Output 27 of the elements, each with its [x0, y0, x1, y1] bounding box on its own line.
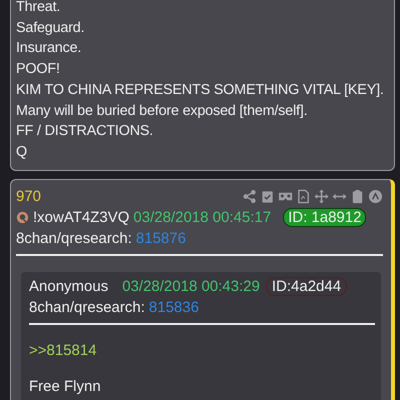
poster-id: ID: 1a8912 — [283, 208, 366, 227]
post-text: Q — [16, 142, 27, 162]
post-date: 03/28/2018 00:45:17 — [133, 208, 272, 228]
move-icon[interactable] — [314, 188, 329, 204]
board-label: 8chan/qresearch: — [16, 228, 132, 249]
post-text: Many will be buried before exposed [them/self]. — [16, 102, 308, 121]
post-number: 970 — [16, 186, 42, 207]
board-label: 8chan/qresearch: — [29, 298, 145, 318]
post-text: Insurance. — [16, 39, 82, 58]
poster-id: ID:4a2d44 — [266, 276, 348, 296]
post-text: Threat. — [16, 0, 60, 17]
author-name: Anonymous — [29, 276, 108, 297]
post-text: KIM TO CHINA REPRESENTS SOMETHING VITAL [KEY]. — [16, 80, 384, 100]
tripcode: !xowAT4Z3VQ — [33, 208, 130, 228]
post-text: FF / DISTRACTIONS. — [16, 122, 154, 142]
post-link[interactable]: 815876 — [136, 228, 186, 249]
share-icon[interactable] — [242, 188, 257, 204]
clipboard-check-icon[interactable] — [260, 188, 275, 204]
reply-link[interactable]: >>815814 — [29, 340, 97, 361]
clipboard-icon[interactable] — [350, 188, 365, 204]
post-date: 03/28/2018 00:43:29 — [122, 276, 260, 297]
post-text: POOF! — [16, 60, 60, 80]
post-text: Free Flynn — [29, 378, 101, 396]
document-icon[interactable] — [296, 188, 311, 204]
author-icon — [16, 210, 29, 224]
post-text: Safeguard. — [16, 18, 84, 38]
post-link[interactable]: 815836 — [148, 296, 199, 318]
